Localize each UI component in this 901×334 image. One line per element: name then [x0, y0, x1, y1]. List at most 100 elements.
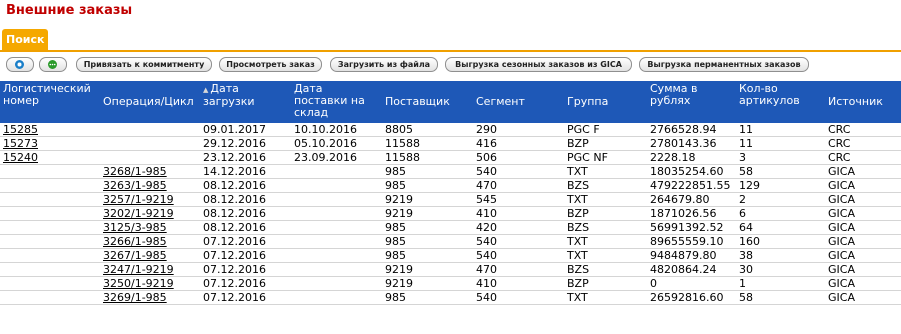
- cell-operation[interactable]: 3269/1-985: [100, 290, 200, 305]
- table-row[interactable]: 3202/1-9219 08.12.2016 9219 410 BZP 1871026.5…: [0, 206, 901, 221]
- bind-commitment-button[interactable]: Привязать к коммитменту: [76, 57, 212, 72]
- table-row[interactable]: 15285 09.01.2017 10.10.2016 8805 290 PGC F 276…: [0, 123, 901, 137]
- cell-source: GICA: [825, 248, 901, 263]
- cell-log-num: [0, 262, 100, 277]
- table-row[interactable]: 3125/3-985 08.12.2016 985 420 BZS 56991392.52…: [0, 220, 901, 235]
- table-row[interactable]: 3247/1-9219 07.12.2016 9219 470 BZS 4820864.2…: [0, 262, 901, 277]
- cell-date-load: 14.12.2016: [200, 164, 291, 179]
- cell-group: BZP: [564, 276, 647, 291]
- cell-segment: 470: [473, 262, 564, 277]
- cell-segment: 290: [473, 123, 564, 137]
- cell-date-delivery: [291, 192, 382, 207]
- table-row[interactable]: 3269/1-985 07.12.2016 985 540 TXT 26592816.60…: [0, 290, 901, 305]
- tab-search[interactable]: Поиск: [2, 29, 48, 50]
- table-row[interactable]: 3268/1-985 14.12.2016 985 540 TXT 18035254.60…: [0, 164, 901, 179]
- cell-sum: 0: [647, 276, 736, 291]
- cell-supplier: 11588: [382, 136, 473, 151]
- cell-date-load: 29.12.2016: [200, 136, 291, 151]
- cell-sum: 2780143.36: [647, 136, 736, 151]
- col-header-date-delivery[interactable]: Дата поставки на склад: [291, 81, 382, 123]
- cell-supplier: 9219: [382, 276, 473, 291]
- cell-supplier: 985: [382, 248, 473, 263]
- more-button[interactable]: [39, 57, 67, 72]
- toolbar: Привязать к коммитменту Просмотреть зака…: [0, 57, 901, 73]
- cell-segment: 540: [473, 248, 564, 263]
- cell-operation[interactable]: 3267/1-985: [100, 248, 200, 263]
- cell-date-delivery: [291, 178, 382, 193]
- col-header-sum[interactable]: Сумма в рублях: [647, 81, 736, 123]
- more-icon: [48, 60, 57, 69]
- col-header-log-num[interactable]: Логистический номер: [0, 81, 100, 123]
- cell-sum: 26592816.60: [647, 290, 736, 305]
- export-seasonal-orders-button[interactable]: Выгрузка сезонных заказов из GICA: [445, 57, 632, 72]
- view-order-button[interactable]: Просмотреть заказ: [219, 57, 322, 72]
- cell-operation[interactable]: 3268/1-985: [100, 164, 200, 179]
- cell-operation[interactable]: 3263/1-985: [100, 178, 200, 193]
- sort-asc-icon: ▲: [203, 86, 209, 94]
- cell-date-delivery: [291, 220, 382, 235]
- cell-date-load: 09.01.2017: [200, 123, 291, 137]
- cell-source: CRC: [825, 150, 901, 165]
- cell-sum: 1871026.56: [647, 206, 736, 221]
- cell-date-load: 08.12.2016: [200, 178, 291, 193]
- cell-date-load: 08.12.2016: [200, 220, 291, 235]
- cell-operation[interactable]: 3257/1-9219: [100, 192, 200, 207]
- cell-operation[interactable]: 3202/1-9219: [100, 206, 200, 221]
- export-permanent-orders-button[interactable]: Выгрузка перманентных заказов: [639, 57, 809, 72]
- cell-group: TXT: [564, 290, 647, 305]
- col-header-operation[interactable]: Операция/Цикл: [100, 81, 200, 123]
- cell-date-load: 23.12.2016: [200, 150, 291, 165]
- cell-segment: 416: [473, 136, 564, 151]
- table-row[interactable]: 15240 23.12.2016 23.09.2016 11588 506 PGC NF 2…: [0, 150, 901, 165]
- cell-source: GICA: [825, 276, 901, 291]
- col-header-group[interactable]: Группа: [564, 81, 647, 123]
- cell-count: 1: [736, 276, 825, 291]
- cell-supplier: 11588: [382, 150, 473, 165]
- cell-operation[interactable]: 3247/1-9219: [100, 262, 200, 277]
- table-row[interactable]: 15273 29.12.2016 05.10.2016 11588 416 BZP 2780…: [0, 136, 901, 151]
- orders-table: Логистический номер Операция/Цикл ▲ Дата …: [0, 81, 901, 305]
- cell-operation[interactable]: 3266/1-985: [100, 234, 200, 249]
- cell-segment: 470: [473, 178, 564, 193]
- cell-log-num[interactable]: 15240: [0, 150, 100, 165]
- cell-sum: 4820864.24: [647, 262, 736, 277]
- cell-count: 38: [736, 248, 825, 263]
- page-title: Внешние заказы: [6, 3, 133, 18]
- cell-operation[interactable]: 3250/1-9219: [100, 276, 200, 291]
- cell-group: BZP: [564, 136, 647, 151]
- col-header-date-load[interactable]: ▲ Дата загрузки: [200, 81, 291, 123]
- cell-segment: 420: [473, 220, 564, 235]
- col-header-segment[interactable]: Сегмент: [473, 81, 564, 123]
- settings-button[interactable]: [6, 57, 34, 72]
- cell-count: 3: [736, 150, 825, 165]
- table-row[interactable]: 3263/1-985 08.12.2016 985 470 BZS 479222851.5…: [0, 178, 901, 193]
- table-header-row: Логистический номер Операция/Цикл ▲ Дата …: [0, 81, 901, 123]
- table-row[interactable]: 3266/1-985 07.12.2016 985 540 TXT 89655559.10…: [0, 234, 901, 249]
- settings-icon: [15, 60, 24, 69]
- load-from-file-button[interactable]: Загрузить из файла: [330, 57, 438, 72]
- col-header-count[interactable]: Кол-во артикулов: [736, 81, 825, 123]
- table-row[interactable]: 3257/1-9219 08.12.2016 9219 545 TXT 264679.80…: [0, 192, 901, 207]
- cell-segment: 545: [473, 192, 564, 207]
- cell-date-delivery: [291, 206, 382, 221]
- cell-group: TXT: [564, 164, 647, 179]
- cell-date-load: 08.12.2016: [200, 206, 291, 221]
- cell-sum: 9484879.80: [647, 248, 736, 263]
- cell-count: 58: [736, 290, 825, 305]
- cell-log-num[interactable]: 15285: [0, 123, 100, 137]
- cell-group: TXT: [564, 192, 647, 207]
- cell-log-num[interactable]: 15273: [0, 136, 100, 151]
- table-row[interactable]: 3250/1-9219 07.12.2016 9219 410 BZP 0 1 GICA: [0, 276, 901, 291]
- cell-date-load: 07.12.2016: [200, 276, 291, 291]
- cell-source: GICA: [825, 262, 901, 277]
- table-row[interactable]: 3267/1-985 07.12.2016 985 540 TXT 9484879.80 3…: [0, 248, 901, 263]
- cell-source: GICA: [825, 206, 901, 221]
- cell-operation[interactable]: 3125/3-985: [100, 220, 200, 235]
- col-header-source[interactable]: Источник: [825, 81, 901, 123]
- cell-log-num: [0, 248, 100, 263]
- cell-segment: 540: [473, 164, 564, 179]
- cell-source: GICA: [825, 164, 901, 179]
- cell-log-num: [0, 290, 100, 305]
- col-header-supplier[interactable]: Поставщик: [382, 81, 473, 123]
- cell-count: 6: [736, 206, 825, 221]
